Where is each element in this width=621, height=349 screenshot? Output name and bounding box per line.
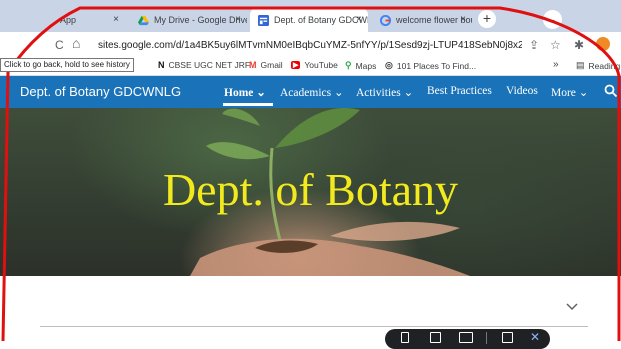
new-tab-button[interactable]: + xyxy=(478,10,496,28)
bookmark-label: Gmail xyxy=(260,60,283,70)
tab-label: Dept. of Botany GDCWNL xyxy=(274,15,368,25)
bookmark-item[interactable]: ⚲ Maps xyxy=(345,60,376,71)
desktop-view-icon[interactable] xyxy=(459,332,473,343)
bookmarks-overflow-button[interactable]: » xyxy=(553,59,559,70)
toolbar-divider xyxy=(486,332,487,344)
bookmark-item[interactable]: ▶ YouTube xyxy=(291,60,338,70)
tab-label: App xyxy=(60,15,77,25)
google-drive-icon xyxy=(138,15,149,25)
reading-list-button[interactable]: ▤ Reading xyxy=(576,60,620,71)
tab-close-icon[interactable]: × xyxy=(235,14,241,25)
gmail-icon: M xyxy=(249,60,257,70)
search-icon[interactable] xyxy=(604,84,618,98)
bookmark-item[interactable]: M Gmail xyxy=(249,60,283,70)
reading-list-label: Reading xyxy=(588,60,621,71)
bookmark-label: 101 Places To Find... xyxy=(396,60,477,71)
section-divider xyxy=(40,326,588,327)
bookmark-label: Maps xyxy=(355,60,377,71)
google-sites-icon xyxy=(258,14,269,26)
bookmark-item[interactable]: N CBSE UGC NET JRF... xyxy=(158,60,256,70)
tablet-view-icon[interactable] xyxy=(430,332,441,343)
bookmark-star-icon[interactable]: ☆ xyxy=(550,38,561,52)
bookmark-item[interactable]: ◎ 101 Places To Find... xyxy=(385,60,476,71)
open-new-window-icon[interactable] xyxy=(502,332,513,343)
tab-welcome-flower[interactable]: welcome flower bouquet × xyxy=(372,8,472,32)
tab-strip: App × My Drive - Google Drive × Dept. of… xyxy=(0,0,621,32)
reading-list-icon: ▤ xyxy=(576,60,585,70)
browser-window: App × My Drive - Google Drive × Dept. of… xyxy=(0,0,621,349)
hero-title: Dept. of Botany xyxy=(162,164,459,215)
bookmark-label: YouTube xyxy=(304,60,338,70)
google-search-icon xyxy=(380,14,391,26)
back-button-tooltip: Click to go back, hold to see history xyxy=(0,58,134,72)
nav-academics[interactable]: Academics ⌄ xyxy=(280,85,344,99)
tab-dept-of-botany[interactable]: Dept. of Botany GDCWNL × xyxy=(250,8,368,32)
page-content: ✕ xyxy=(0,276,621,349)
close-icon[interactable]: ✕ xyxy=(530,330,540,344)
nav-best-practices[interactable]: Best Practices xyxy=(427,85,492,97)
chevron-down-icon[interactable] xyxy=(565,302,579,312)
bookmark-favicon-icon: N xyxy=(158,60,165,70)
tab-app[interactable]: App × xyxy=(0,8,125,32)
bookmark-label: CBSE UGC NET JRF... xyxy=(168,60,257,70)
nav-home[interactable]: Home ⌄ xyxy=(224,85,266,99)
nav-activities[interactable]: Activities ⌄ xyxy=(356,85,413,99)
home-button[interactable]: ⌂ xyxy=(72,35,80,51)
reload-button[interactable]: C xyxy=(55,38,64,52)
tab-google-drive[interactable]: My Drive - Google Drive × xyxy=(130,8,247,32)
tab-label: My Drive - Google Drive xyxy=(154,15,247,25)
url-text: sites.google.com/d/1a4BK5uy6lMTvmNM0eIBq… xyxy=(98,39,522,51)
nav-more[interactable]: More ⌄ xyxy=(551,85,588,99)
tab-close-icon[interactable]: × xyxy=(356,14,362,25)
tab-search-button[interactable]: ⌄ xyxy=(543,10,562,29)
preview-device-toolbar: ✕ xyxy=(385,329,550,349)
hero-banner: Dept. of Botany xyxy=(0,108,621,276)
tab-close-icon[interactable]: × xyxy=(113,14,119,25)
address-bar[interactable]: sites.google.com/d/1a4BK5uy6lMTvmNM0eIBq… xyxy=(92,36,522,54)
tab-close-icon[interactable]: × xyxy=(460,14,466,25)
nav-videos[interactable]: Videos xyxy=(506,85,538,97)
browser-toolbar: C ⌂ sites.google.com/d/1a4BK5uy6lMTvmNM0… xyxy=(0,32,621,58)
phone-view-icon[interactable] xyxy=(401,332,409,343)
site-title[interactable]: Dept. of Botany GDCWNLG xyxy=(20,84,181,99)
extensions-icon[interactable]: ✱ xyxy=(574,38,584,52)
youtube-icon: ▶ xyxy=(291,61,301,69)
share-icon[interactable]: ⇪ xyxy=(529,38,539,52)
maps-icon: ⚲ xyxy=(345,60,352,70)
site-header: Dept. of Botany GDCWNLG Home ⌄ Academics… xyxy=(0,76,621,108)
profile-avatar[interactable] xyxy=(596,37,610,51)
active-nav-indicator xyxy=(223,103,273,106)
bookmark-favicon-icon: ◎ xyxy=(385,60,393,70)
